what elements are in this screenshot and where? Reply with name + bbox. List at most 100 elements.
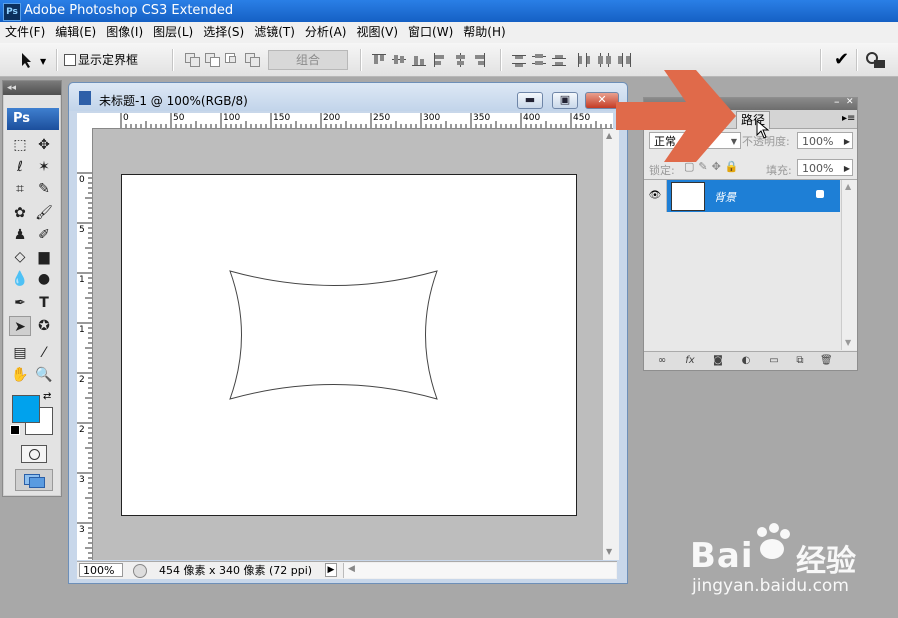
menu-edit[interactable]: 编辑(E): [50, 22, 101, 43]
vertical-scrollbar[interactable]: ▲ ▼: [603, 129, 619, 560]
layer-row-background[interactable]: 👁 背景: [644, 180, 840, 212]
toolbox-header[interactable]: ◂◂: [3, 81, 61, 95]
opacity-field[interactable]: 100% ▶: [797, 132, 853, 149]
close-button[interactable]: ✕: [585, 92, 619, 109]
path-selection-tool-icon[interactable]: ➤: [9, 316, 31, 336]
align-right-icon[interactable]: [475, 53, 485, 67]
path-combine-subtract-icon[interactable]: [204, 51, 222, 67]
slice-tool-icon[interactable]: ✎: [33, 179, 55, 199]
distribute-vcenter-icon[interactable]: [532, 54, 546, 65]
zoom-field[interactable]: 100%: [79, 563, 123, 577]
fill-field[interactable]: 100% ▶: [797, 159, 853, 176]
tool-preset-picker[interactable]: [18, 51, 36, 69]
scroll-left-icon[interactable]: ◀: [348, 564, 355, 574]
distribute-left-icon[interactable]: [578, 53, 590, 67]
move-tool-icon[interactable]: ✥: [33, 135, 55, 155]
photoshop-app-icon: Ps: [3, 3, 21, 21]
blur-tool-icon[interactable]: 💧: [9, 269, 31, 289]
magic-wand-tool-icon[interactable]: ✶: [33, 157, 55, 177]
screen-mode-icon[interactable]: [15, 469, 53, 491]
custom-shape-tool-icon[interactable]: ✪: [33, 316, 55, 336]
healing-brush-tool-icon[interactable]: ✿: [9, 203, 31, 223]
adjustment-layer-icon[interactable]: ◐: [740, 356, 752, 366]
history-brush-tool-icon[interactable]: ✐: [33, 225, 55, 245]
combine-button[interactable]: 组合: [268, 50, 348, 70]
layer-lock-icon: [816, 190, 824, 198]
gradient-tool-icon[interactable]: ▆: [33, 247, 55, 267]
commit-check-icon[interactable]: ✔: [834, 49, 849, 70]
scroll-down-icon[interactable]: ▼: [606, 547, 612, 556]
maximize-button[interactable]: ▣: [552, 92, 578, 109]
status-icon[interactable]: [133, 564, 147, 578]
default-colors-icon[interactable]: [10, 425, 20, 435]
foreground-color-swatch-top[interactable]: [12, 395, 40, 423]
menu-analysis[interactable]: 分析(A): [300, 22, 352, 43]
align-vcenter-icon[interactable]: [392, 55, 406, 64]
path-combine-add-icon[interactable]: [184, 51, 202, 67]
crop-tool-icon[interactable]: ⌗: [9, 179, 31, 199]
menu-bar: 文件(F) 编辑(E) 图像(I) 图层(L) 选择(S) 滤镜(T) 分析(A) 视图(V)…: [0, 22, 898, 44]
menu-file[interactable]: 文件(F): [0, 22, 50, 43]
fx-icon[interactable]: fx: [684, 356, 696, 366]
menu-window[interactable]: 窗口(W): [403, 22, 458, 43]
menu-layer[interactable]: 图层(L): [148, 22, 198, 43]
visibility-eye-icon[interactable]: 👁: [644, 180, 667, 212]
bridge-icon[interactable]: [864, 51, 886, 69]
work-path[interactable]: [122, 175, 576, 515]
menu-help[interactable]: 帮助(H): [458, 22, 510, 43]
menu-filter[interactable]: 滤镜(T): [249, 22, 300, 43]
link-layers-icon[interactable]: ∞: [656, 356, 668, 366]
ruler-h-label: 400: [523, 113, 541, 123]
show-bbox-checkbox[interactable]: [64, 54, 76, 66]
document-title-bar[interactable]: 未标题-1 @ 100%(RGB/8) ▬ ▣ ✕: [69, 83, 627, 111]
eyedropper-tool-icon[interactable]: ⁄: [33, 343, 55, 363]
canvas[interactable]: [121, 174, 577, 516]
watermark-brand-suffix: 经验: [796, 544, 856, 579]
eraser-tool-icon[interactable]: ◇: [9, 247, 31, 267]
align-hcenter-icon[interactable]: [456, 53, 465, 67]
align-bottom-icon[interactable]: [412, 56, 426, 66]
path-combine-exclude-icon[interactable]: [244, 51, 262, 67]
menu-select[interactable]: 选择(S): [198, 22, 249, 43]
distribute-right-icon[interactable]: [618, 53, 631, 67]
hand-tool-icon[interactable]: ✋: [9, 365, 31, 385]
swap-colors-icon[interactable]: ⇄: [43, 391, 51, 402]
clone-stamp-tool-icon[interactable]: ♟: [9, 225, 31, 245]
new-group-icon[interactable]: ▭: [768, 356, 780, 366]
distribute-hcenter-icon[interactable]: [598, 53, 611, 67]
path-combine-intersect-icon[interactable]: [224, 51, 242, 67]
minimize-button[interactable]: ▬: [517, 92, 543, 109]
menu-view[interactable]: 视图(V): [351, 22, 403, 43]
divider: [360, 49, 362, 71]
type-tool-icon[interactable]: T: [33, 293, 55, 313]
status-menu-arrow[interactable]: ▶: [325, 563, 337, 577]
panel-scrollbar[interactable]: ▲ ▼: [841, 180, 857, 350]
lasso-tool-icon[interactable]: ℓ: [9, 157, 31, 177]
scroll-down-icon[interactable]: ▼: [845, 338, 851, 347]
distribute-top-icon[interactable]: [512, 55, 526, 67]
trash-icon[interactable]: 🗑: [820, 356, 833, 366]
panel-close-icon[interactable]: ✕: [846, 97, 854, 107]
distribute-bottom-icon[interactable]: [552, 55, 566, 66]
marquee-tool-icon[interactable]: ⬚: [9, 135, 31, 155]
lock-label: 锁定:: [649, 164, 675, 177]
menu-image[interactable]: 图像(I): [101, 22, 148, 43]
align-left-icon[interactable]: [434, 53, 444, 67]
new-layer-icon[interactable]: ⧉: [794, 356, 806, 366]
quick-mask-icon[interactable]: [21, 445, 47, 463]
scroll-up-icon[interactable]: ▲: [606, 131, 612, 140]
dodge-tool-icon[interactable]: ●: [33, 269, 55, 289]
chevron-down-icon[interactable]: ▼: [40, 57, 46, 66]
pen-tool-icon[interactable]: ✒: [9, 293, 31, 313]
zoom-tool-icon[interactable]: 🔍: [33, 365, 55, 385]
horizontal-scrollbar[interactable]: ◀: [343, 563, 616, 578]
add-mask-icon[interactable]: ◙: [712, 356, 724, 366]
align-top-icon[interactable]: [372, 54, 386, 64]
notes-tool-icon[interactable]: ▤: [9, 343, 31, 363]
panel-menu-icon[interactable]: ▸≡: [842, 113, 855, 124]
horizontal-ruler[interactable]: 0 50 100 150 200 250 300 350 400 450: [77, 113, 613, 129]
brush-tool-icon[interactable]: 🖌: [33, 203, 55, 223]
vertical-ruler[interactable]: 0 5 1 1 2 2 3 3: [77, 128, 93, 560]
scroll-up-icon[interactable]: ▲: [845, 182, 851, 191]
panel-minimize-icon[interactable]: –: [834, 95, 840, 108]
